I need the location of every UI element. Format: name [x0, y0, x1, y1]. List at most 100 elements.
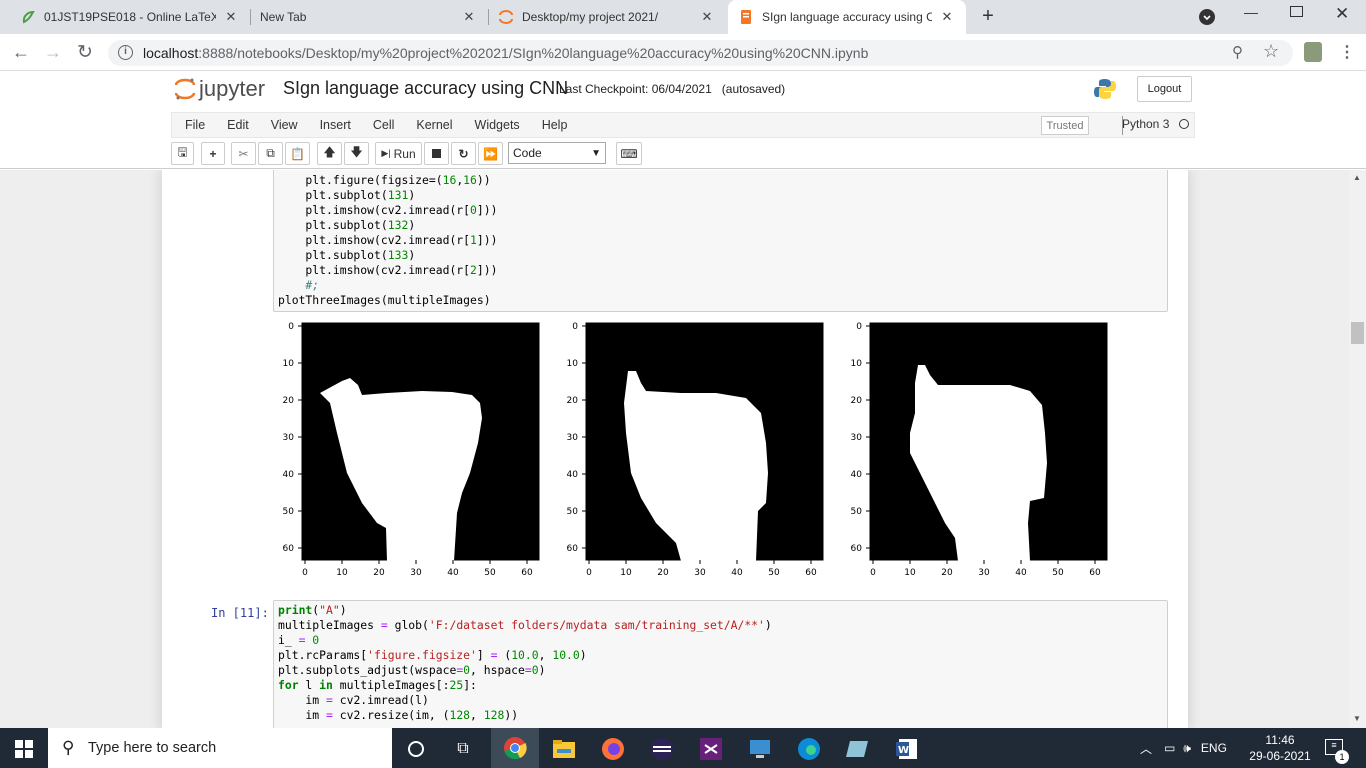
- restart-button[interactable]: ↻: [451, 142, 476, 165]
- forward-icon[interactable]: →: [44, 42, 62, 63]
- close-window-button[interactable]: ✕: [1335, 4, 1349, 24]
- code-line: im = cv2.imread(l): [278, 693, 429, 707]
- vertical-scrollbar[interactable]: [1349, 170, 1366, 728]
- browser-tab-new[interactable]: New Tab ✕: [250, 0, 488, 34]
- cut-button[interactable]: ✂: [231, 142, 256, 165]
- code-cell-print-a[interactable]: print("A") multipleImages = glob('F:/data…: [273, 600, 1168, 728]
- tab-search-button[interactable]: [1199, 9, 1215, 25]
- minimize-button[interactable]: —: [1244, 4, 1258, 20]
- x-tick-label: 50: [1052, 568, 1064, 578]
- y-tick-label: 50: [283, 507, 295, 517]
- scrollbar-thumb[interactable]: [1351, 322, 1364, 344]
- run-icon: ▶|: [381, 148, 391, 158]
- restore-button[interactable]: [1290, 6, 1303, 17]
- scroll-up-icon[interactable]: ▲: [1353, 173, 1361, 182]
- x-tick-label: 0: [586, 568, 592, 578]
- chrome-taskbar-icon[interactable]: [491, 728, 539, 768]
- y-tick-label: 50: [567, 507, 579, 517]
- x-tick-label: 0: [302, 568, 308, 578]
- menu-view[interactable]: View: [260, 113, 309, 137]
- visual-studio-icon[interactable]: [695, 733, 727, 765]
- word-icon[interactable]: W: [891, 733, 923, 765]
- bookmark-star-icon[interactable]: ☆: [1263, 41, 1279, 62]
- code-line: plt.subplot(132): [278, 218, 416, 232]
- jupyter-logo-icon[interactable]: [174, 76, 196, 102]
- scroll-down-icon[interactable]: ▼: [1353, 714, 1361, 723]
- restart-run-all-button[interactable]: ⏩: [478, 142, 503, 165]
- notebook-title[interactable]: SIgn language accuracy using CNN: [283, 78, 568, 99]
- checkpoint-status: Last Checkpoint: 06/04/2021 (autosaved): [559, 82, 786, 96]
- menu-insert[interactable]: Insert: [309, 113, 362, 137]
- chevron-up-icon[interactable]: ︿: [1140, 740, 1152, 757]
- zoom-icon[interactable]: ⚲: [1232, 43, 1243, 61]
- close-icon[interactable]: ✕: [698, 9, 716, 25]
- menu-help[interactable]: Help: [531, 113, 579, 137]
- search-icon: ⚲: [62, 738, 75, 757]
- menu-file[interactable]: File: [174, 113, 216, 137]
- code-cell-plot-three-images[interactable]: plt.figure(figsize=(16,16)) plt.subplot(…: [273, 170, 1168, 312]
- y-tick-label: 10: [567, 359, 579, 369]
- remote-desktop-icon[interactable]: [744, 733, 776, 765]
- volume-icon[interactable]: 🕪: [1183, 741, 1191, 756]
- info-icon[interactable]: i: [118, 45, 133, 60]
- cell-type-select[interactable]: Code ▼: [508, 142, 606, 164]
- code-line: i_ = 0: [278, 633, 320, 647]
- browser-tab-jupyter-tree[interactable]: Desktop/my project 2021/ ✕: [488, 0, 726, 34]
- x-tick-label: 10: [620, 568, 632, 578]
- insert-cell-button[interactable]: +: [201, 142, 225, 165]
- x-tick-label: 60: [1089, 568, 1101, 578]
- browser-tab-strip: 01JST19PSE018 - Online LaTeX Ec ✕ New Ta…: [0, 0, 1366, 34]
- save-button[interactable]: 🖫: [171, 142, 194, 165]
- firefox-icon[interactable]: [597, 733, 629, 765]
- svg-text:W: W: [898, 745, 909, 756]
- x-tick-label: 20: [657, 568, 669, 578]
- taskbar-search-box[interactable]: ⚲ Type here to search: [48, 728, 392, 768]
- tab-title: 01JST19PSE018 - Online LaTeX Ec: [44, 10, 216, 24]
- x-tick-label: 40: [731, 568, 743, 578]
- move-up-button[interactable]: 🡅: [317, 142, 342, 165]
- trusted-indicator[interactable]: Trusted: [1041, 116, 1089, 135]
- y-tick-label: 40: [851, 470, 863, 480]
- y-tick-label: 50: [851, 507, 863, 517]
- code-line: multipleImages = glob('F:/dataset folder…: [278, 618, 772, 632]
- menu-widgets[interactable]: Widgets: [464, 113, 531, 137]
- menu-kernel[interactable]: Kernel: [405, 113, 463, 137]
- move-down-button[interactable]: 🡇: [344, 142, 369, 165]
- code-line: print("A"): [278, 603, 347, 617]
- edge-icon[interactable]: [793, 733, 825, 765]
- x-tick-label: 30: [694, 568, 706, 578]
- battery-icon[interactable]: ▭: [1164, 741, 1175, 755]
- input-prompt: In [11]:: [211, 606, 269, 620]
- taskbar-clock[interactable]: 11:46 29-06-2021: [1244, 732, 1316, 764]
- kernel-idle-icon: [1178, 119, 1189, 129]
- profile-avatar[interactable]: [1304, 42, 1322, 62]
- close-icon[interactable]: ✕: [938, 9, 956, 25]
- interrupt-button[interactable]: [424, 142, 449, 165]
- notes-app-icon[interactable]: [842, 733, 874, 765]
- back-icon[interactable]: ←: [12, 42, 30, 63]
- run-button[interactable]: ▶| Run: [375, 142, 422, 165]
- kernel-indicator[interactable]: Python 3: [1122, 117, 1189, 131]
- logout-button[interactable]: Logout: [1137, 76, 1192, 102]
- windows-start-icon[interactable]: [15, 740, 33, 758]
- close-icon[interactable]: ✕: [222, 9, 240, 25]
- eclipse-icon[interactable]: [646, 733, 678, 765]
- reload-icon[interactable]: ↻: [77, 41, 93, 64]
- paste-button[interactable]: 📋: [285, 142, 310, 165]
- file-explorer-icon[interactable]: [548, 733, 580, 765]
- browser-tab-notebook[interactable]: SIgn language accuracy using CN ✕: [728, 0, 966, 34]
- language-indicator[interactable]: ENG: [1201, 741, 1227, 755]
- browser-tab-overleaf[interactable]: 01JST19PSE018 - Online LaTeX Ec ✕: [10, 0, 250, 34]
- task-view-icon[interactable]: ⧉: [447, 733, 479, 765]
- menu-edit[interactable]: Edit: [216, 113, 260, 137]
- copy-button[interactable]: ⧉: [258, 142, 283, 165]
- output-image-panels: 0 0 10 10 20 20 30 30 40 40 50 50 60 60 0 0 10 10 20 20 30 30…: [283, 322, 1108, 578]
- more-menu-icon[interactable]: ⋮: [1339, 42, 1355, 62]
- code-line: plotThreeImages(multipleImages): [278, 293, 491, 307]
- cortana-icon[interactable]: [400, 733, 432, 765]
- command-palette-button[interactable]: ⌨: [616, 142, 642, 165]
- menu-cell[interactable]: Cell: [362, 113, 406, 137]
- x-tick-label: 60: [805, 568, 817, 578]
- new-tab-button[interactable]: +: [978, 6, 998, 26]
- close-icon[interactable]: ✕: [460, 9, 478, 25]
